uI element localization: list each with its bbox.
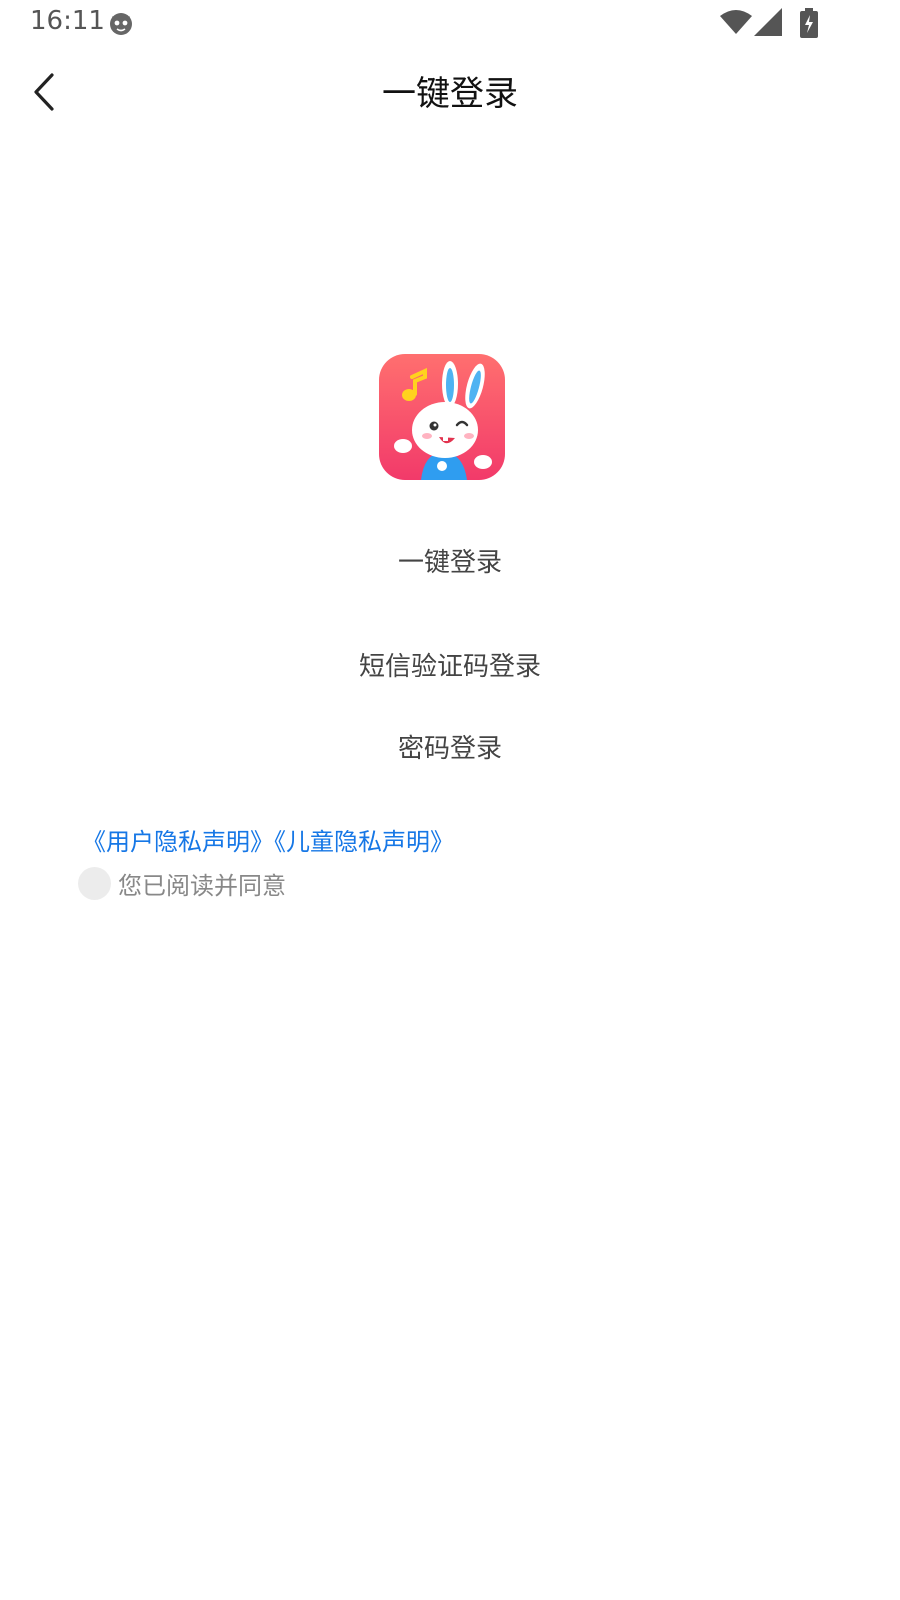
sms-code-login-option[interactable]: 短信验证码登录: [0, 646, 900, 683]
agreement-row: 您已阅读并同意: [78, 866, 286, 900]
child-privacy-link[interactable]: 《儿童隐私声明》: [274, 828, 454, 856]
agree-text: 您已阅读并同意: [118, 871, 286, 900]
user-privacy-link[interactable]: 《用户隐私声明》: [82, 828, 274, 856]
wifi-icon: [720, 10, 752, 34]
policy-links: 《用户隐私声明》《儿童隐私声明》: [82, 822, 454, 857]
status-icons: [720, 8, 830, 38]
nav-bar: 一键登录: [0, 46, 900, 136]
page-title: 一键登录: [382, 74, 518, 114]
agree-radio[interactable]: [78, 866, 111, 900]
password-login-option[interactable]: 密码登录: [0, 728, 900, 765]
status-time: 16:11: [30, 6, 105, 36]
cat-face-icon: [108, 10, 134, 36]
status-bar: 16:11: [0, 0, 900, 46]
bunny-app-icon: [379, 354, 505, 480]
one-click-login-option[interactable]: 一键登录: [0, 542, 900, 579]
battery-charging-icon: [800, 8, 818, 38]
signal-icon: [754, 8, 782, 36]
